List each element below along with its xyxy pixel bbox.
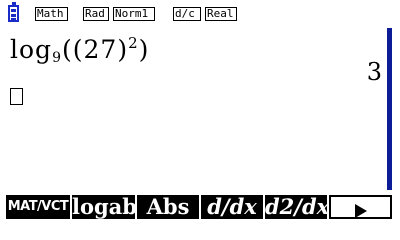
expr-open-paren: ( (61, 35, 73, 64)
expr-base: 9 (52, 50, 62, 66)
expr-close-paren: ) (138, 35, 150, 64)
expr-func: log (10, 35, 53, 64)
expr-exponent: 2 (128, 34, 139, 52)
input-expression[interactable]: log9((27)2) (10, 28, 149, 73)
f2-logab-key[interactable]: logab (72, 195, 135, 219)
status-math: Math (35, 7, 68, 21)
status-complex-mode: Real (205, 7, 237, 21)
result-value: 3 (366, 58, 382, 86)
function-key-bar: MAT/VCT logab Abs d/dx d2/dx2 (0, 195, 400, 219)
f1-mat-vct-key[interactable]: MAT/VCT (6, 195, 70, 219)
scrollbar[interactable] (387, 28, 392, 190)
right-triangle-icon (354, 203, 367, 217)
f6-more-key[interactable] (329, 195, 392, 219)
input-cursor[interactable] (10, 88, 23, 105)
expr-inner: (27) (72, 35, 129, 64)
status-display-format: Norm1 (113, 7, 155, 21)
f3-abs-key[interactable]: Abs (137, 195, 199, 219)
status-angle: Rad (83, 7, 109, 21)
status-bar: Math Rad Norm1 d/c Real (0, 0, 400, 24)
f4-derivative-key[interactable]: d/dx (201, 195, 263, 219)
status-fraction: d/c (173, 7, 201, 21)
f5-second-derivative-key[interactable]: d2/dx2 (265, 195, 327, 219)
battery-icon (8, 2, 19, 22)
